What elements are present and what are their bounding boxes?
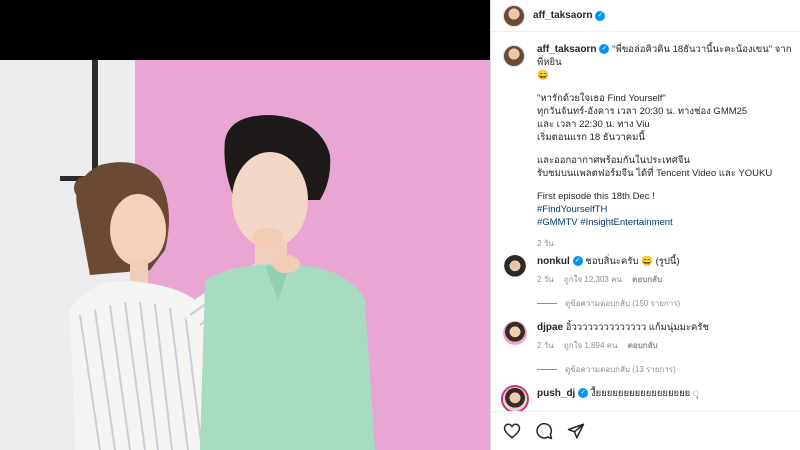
caption-emoji: 😄 (537, 70, 549, 81)
post-caption: aff_taksaorn ✓ "พี่ขอล่อคิวคิน 18ธันวานี้… (503, 43, 793, 250)
comment-item: push_dj ✓ งื้ยยยยยยยยยยยยยยยยย ◌ุ (503, 387, 793, 411)
post-header: aff_taksaorn ✓ (491, 0, 800, 32)
caption-line: เริ่มตอนแรก 18 ธันวาคมนี้ (537, 132, 645, 143)
post-media[interactable] (0, 0, 490, 450)
reply-button[interactable]: ตอบกลับ (632, 275, 662, 284)
comment-time[interactable]: 2 วัน (537, 275, 554, 284)
reply-button[interactable]: ตอบกลับ (628, 341, 658, 350)
caption-line: "หารักด้วยใจเธอ Find Yourself" (537, 93, 666, 104)
view-replies-label[interactable]: ดูข้อความตอบกลับ (150 รายการ) (565, 297, 680, 310)
post-side-panel: aff_taksaorn ✓ aff_taksaorn ✓ "พี่ขอล่อคิ… (490, 0, 800, 450)
man-figure (200, 115, 375, 450)
commenter-username[interactable]: djpae (537, 322, 563, 333)
people-illustration (70, 115, 375, 450)
caption-line: รับชมบนแพลตฟอร์มจีน ได้ที่ Tencent Video… (537, 168, 773, 179)
view-replies-button[interactable]: ดูข้อความตอบกลับ (150 รายการ) (537, 297, 680, 310)
comment-likes[interactable]: ถูกใจ 1,894 คน (564, 341, 618, 350)
hashtag-link[interactable]: #InsightEntertainment (580, 217, 672, 228)
caption-line: First episode this 18th Dec ! (537, 191, 655, 202)
commenter-username[interactable]: nonkul (537, 256, 570, 267)
commenter-avatar[interactable] (503, 387, 527, 411)
commenter-avatar[interactable] (503, 321, 527, 345)
comment-text: ชอบสิ่นะครับ 😄 (รูปนี้) (585, 256, 680, 267)
comment-text: งื้ยยยยยยยยยยยยยยยยย ◌ุ (590, 388, 699, 399)
commenter-avatar[interactable] (503, 255, 527, 279)
caption-line: และออกอากาศพร้อมกันในประเทศจีน (537, 155, 690, 166)
hashtag-link[interactable]: #FindYourselfTH (537, 203, 793, 216)
verified-badge-icon: ✓ (572, 256, 583, 267)
share-icon[interactable] (567, 422, 585, 440)
comment-item: nonkul ✓ ชอบสิ่นะครับ 😄 (รูปนี้) 2 วัน ถู… (503, 255, 793, 286)
comments-scroll-area[interactable]: aff_taksaorn ✓ "พี่ขอล่อคิวคิน 18ธันวานี้… (491, 33, 800, 411)
comment-item: djpae อิ้วววววววววววววว แก้มนุ่มมะครัช 2… (503, 321, 793, 352)
post-time[interactable]: 2 วัน (537, 237, 793, 250)
comment-icon[interactable] (535, 422, 553, 440)
comment-likes[interactable]: ถูกใจ 12,303 คน (564, 275, 622, 284)
post-actions-bar (491, 411, 800, 450)
commenter-username[interactable]: push_dj (537, 388, 575, 399)
heart-icon[interactable] (503, 422, 521, 440)
verified-badge-icon: ✓ (599, 44, 610, 55)
divider-line (537, 303, 557, 304)
verified-badge-icon: ✓ (578, 388, 589, 399)
divider-line (537, 369, 557, 370)
comment-time[interactable]: 2 วัน (537, 341, 554, 350)
caption-author-avatar[interactable] (503, 45, 525, 67)
caption-line: และ เวลา 22:30 น. ทาง Viu (537, 119, 650, 130)
author-username[interactable]: aff_taksaorn (533, 10, 592, 21)
caption-line: ทุกวันจันทร์-อังคาร เวลา 20:30 น. ทางช่อ… (537, 106, 748, 117)
hashtag-link[interactable]: #GMMTV (537, 217, 578, 228)
view-replies-button[interactable]: ดูข้อความตอบกลับ (13 รายการ) (537, 363, 676, 376)
post-photo (0, 60, 490, 450)
view-replies-label[interactable]: ดูข้อความตอบกลับ (13 รายการ) (565, 363, 676, 376)
author-avatar[interactable] (503, 4, 525, 27)
caption-author-username[interactable]: aff_taksaorn (537, 44, 596, 55)
verified-badge-icon: ✓ (595, 10, 606, 21)
comment-text: อิ้วววววววววววววว แก้มนุ่มมะครัช (565, 322, 709, 333)
